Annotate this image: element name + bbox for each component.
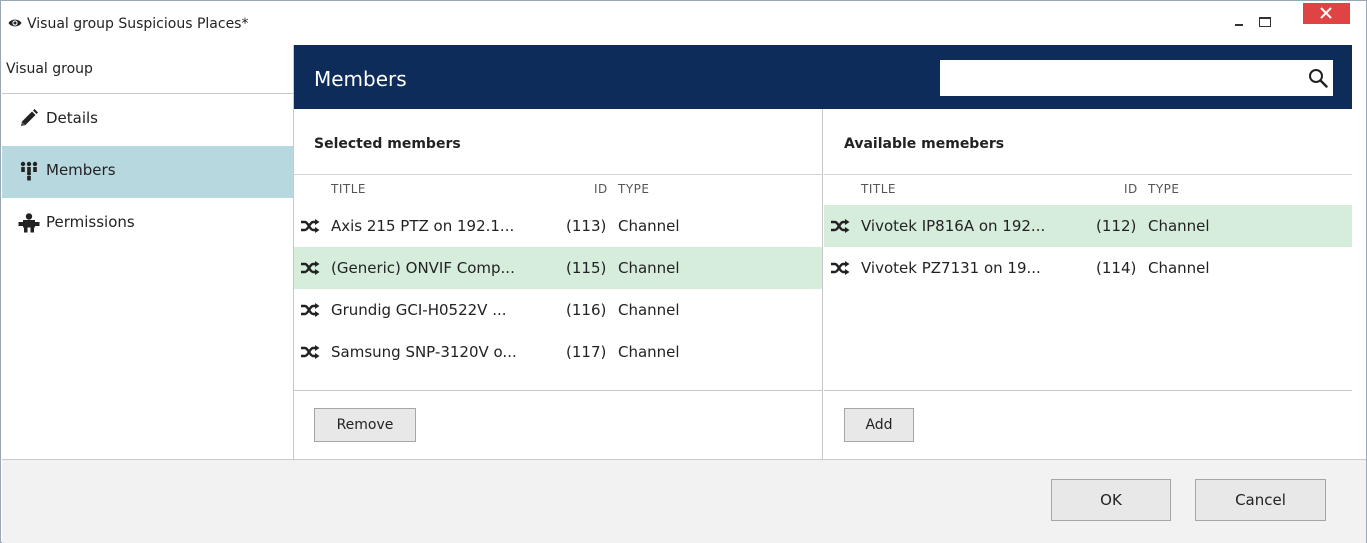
table-row[interactable]: Axis 215 PTZ on 192.1... (113) Channel bbox=[294, 205, 822, 247]
row-type: Channel bbox=[618, 217, 680, 235]
minimize-button[interactable] bbox=[1230, 11, 1250, 31]
row-id: (112) bbox=[1096, 217, 1137, 235]
row-id: (114) bbox=[1096, 259, 1137, 277]
row-title: Samsung SNP-3120V o... bbox=[331, 343, 517, 361]
members-header: Members bbox=[294, 45, 1352, 109]
column-type[interactable]: TYPE bbox=[618, 182, 649, 196]
selected-column-headers: TITLE ID TYPE bbox=[294, 174, 822, 205]
row-type: Channel bbox=[1148, 259, 1210, 277]
sidebar-item-members[interactable]: Members bbox=[2, 146, 293, 198]
close-button[interactable] bbox=[1303, 3, 1350, 24]
shuffle-icon bbox=[301, 261, 320, 275]
sidebar-item-label: Permissions bbox=[46, 213, 135, 231]
shuffle-icon bbox=[301, 219, 320, 233]
available-members-panel: Available memebers TITLE ID TYPE Vivotek… bbox=[824, 109, 1352, 459]
sidebar-item-label: Details bbox=[46, 109, 99, 127]
row-id: (117) bbox=[566, 343, 607, 361]
permissions-icon bbox=[18, 213, 40, 233]
shuffle-icon bbox=[831, 219, 850, 233]
pencil-icon bbox=[21, 109, 38, 126]
shuffle-icon bbox=[831, 261, 850, 275]
column-type[interactable]: TYPE bbox=[1148, 182, 1179, 196]
available-members-heading: Available memebers bbox=[844, 136, 1005, 152]
row-type: Channel bbox=[618, 301, 680, 319]
row-title: Vivotek PZ7131 on 19... bbox=[861, 259, 1041, 277]
table-row[interactable]: Vivotek IP816A on 192... (112) Channel bbox=[824, 205, 1352, 247]
selected-members-panel: Selected members TITLE ID TYPE Axis 215 … bbox=[294, 109, 823, 459]
available-panel-footer: Add bbox=[824, 390, 1352, 459]
available-members-list: Vivotek IP816A on 192... (112) Channel V… bbox=[824, 205, 1352, 289]
selected-members-heading: Selected members bbox=[314, 136, 461, 152]
dialog-window: Visual group Suspicious Places* Visual g… bbox=[0, 0, 1367, 543]
column-title[interactable]: TITLE bbox=[331, 182, 366, 196]
window-title: Visual group Suspicious Places* bbox=[27, 16, 249, 32]
table-row[interactable]: Grundig GCI-H0522V ... (116) Channel bbox=[294, 289, 822, 331]
sidebar: Visual group Details Members Permissions bbox=[2, 45, 294, 459]
row-title: Axis 215 PTZ on 192.1... bbox=[331, 217, 515, 235]
search-icon[interactable] bbox=[1308, 68, 1328, 88]
row-id: (115) bbox=[566, 259, 607, 277]
column-id[interactable]: ID bbox=[594, 182, 608, 196]
selected-members-list: Axis 215 PTZ on 192.1... (113) Channel (… bbox=[294, 205, 822, 373]
row-type: Channel bbox=[618, 259, 680, 277]
main-content: Members Selected members TITLE ID TYPE A… bbox=[294, 45, 1352, 459]
remove-button[interactable]: Remove bbox=[314, 408, 416, 442]
selected-panel-footer: Remove bbox=[294, 390, 822, 459]
maximize-button[interactable] bbox=[1255, 11, 1275, 31]
dialog-footer: OK Cancel bbox=[2, 459, 1366, 543]
title-bar: Visual group Suspicious Places* bbox=[1, 1, 1366, 45]
table-row[interactable]: Samsung SNP-3120V o... (117) Channel bbox=[294, 331, 822, 373]
row-title: Vivotek IP816A on 192... bbox=[861, 217, 1046, 235]
sidebar-header: Visual group bbox=[2, 45, 293, 94]
shuffle-icon bbox=[301, 345, 320, 359]
column-id[interactable]: ID bbox=[1124, 182, 1138, 196]
row-id: (113) bbox=[566, 217, 607, 235]
eye-icon bbox=[8, 19, 22, 27]
search-box[interactable] bbox=[940, 60, 1333, 96]
close-icon bbox=[1320, 7, 1332, 19]
search-input[interactable] bbox=[941, 61, 1296, 95]
column-title[interactable]: TITLE bbox=[861, 182, 896, 196]
row-title: Grundig GCI-H0522V ... bbox=[331, 301, 507, 319]
cancel-button[interactable]: Cancel bbox=[1195, 479, 1326, 521]
shuffle-icon bbox=[301, 303, 320, 317]
sidebar-item-permissions[interactable]: Permissions bbox=[2, 198, 293, 250]
table-row[interactable]: Vivotek PZ7131 on 19... (114) Channel bbox=[824, 247, 1352, 289]
available-column-headers: TITLE ID TYPE bbox=[824, 174, 1352, 205]
ok-button[interactable]: OK bbox=[1051, 479, 1171, 521]
row-type: Channel bbox=[618, 343, 680, 361]
members-icon bbox=[20, 161, 38, 181]
row-id: (116) bbox=[566, 301, 607, 319]
row-type: Channel bbox=[1148, 217, 1210, 235]
sidebar-item-label: Members bbox=[46, 161, 116, 179]
sidebar-item-details[interactable]: Details bbox=[2, 94, 293, 146]
page-title: Members bbox=[314, 67, 407, 91]
row-title: (Generic) ONVIF Comp... bbox=[331, 259, 515, 277]
add-button[interactable]: Add bbox=[844, 408, 914, 442]
table-row[interactable]: (Generic) ONVIF Comp... (115) Channel bbox=[294, 247, 822, 289]
